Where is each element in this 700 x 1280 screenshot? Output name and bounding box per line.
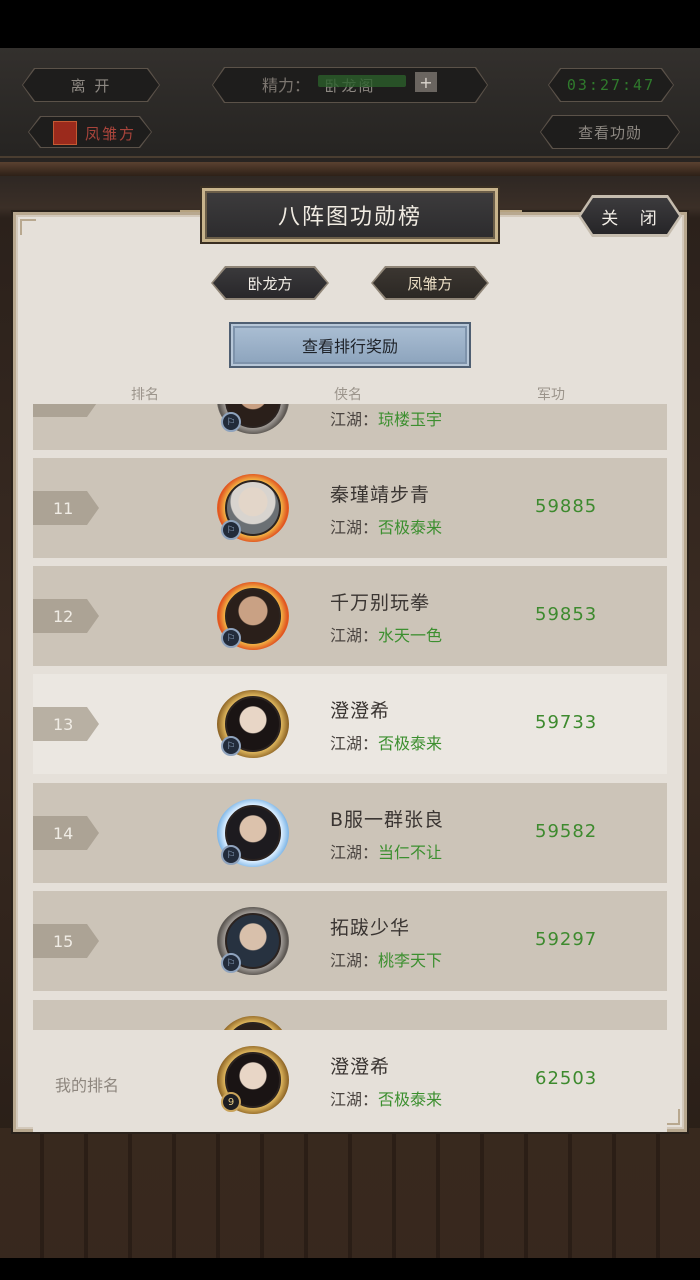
rank-tag: 15 — [33, 924, 99, 958]
modal-title: 八阵图功勋榜 — [277, 205, 422, 230]
leave-button[interactable]: 离 开 — [22, 68, 160, 102]
ranking-list[interactable]: ⚐ 江湖：琼楼玉宇 11 ⚐ 秦瑾靖步青 江湖：否极泰来 59885 12 ⚐ … — [33, 404, 667, 1030]
view-merit-button[interactable]: 查看功勋 — [540, 115, 680, 149]
merit-value: 59885 — [535, 496, 598, 517]
player-name: 千万别玩拳 — [330, 592, 431, 614]
merit-value: 62503 — [535, 1068, 598, 1089]
ranking-row-self[interactable]: 13 ⚐ 澄澄希 江湖：否极泰来 59733 — [33, 674, 667, 774]
level-badge-icon: ⚐ — [221, 736, 241, 756]
merit-value: 59582 — [535, 821, 598, 842]
title-ornament-left — [180, 210, 204, 220]
avatar[interactable]: ⚐ — [211, 404, 295, 436]
rank-tag: 13 — [33, 707, 99, 741]
ranking-row[interactable]: 11 ⚐ 秦瑾靖步青 江湖：否极泰来 59885 — [33, 458, 667, 558]
player-name: B服一群张良 — [330, 809, 445, 831]
rank-tag: 11 — [33, 491, 99, 525]
modal-title-plate: 八阵图功勋榜 — [202, 188, 498, 242]
level-badge: 9 — [221, 1092, 241, 1112]
add-stamina-button[interactable]: + — [415, 72, 437, 92]
avatar[interactable]: ⚐ — [211, 688, 295, 760]
avatar[interactable]: ⚐ — [211, 905, 295, 977]
faction-label: 凤雏方 — [85, 125, 137, 143]
stamina-bar — [318, 75, 406, 87]
player-name: 澄澄希 — [330, 700, 391, 722]
close-button[interactable]: 关 闭 — [578, 195, 682, 237]
player-name: 澄澄希 — [330, 1056, 391, 1078]
beam-decoration — [0, 162, 700, 176]
tab-wolong[interactable]: 卧龙方 — [211, 266, 329, 300]
level-badge-icon: ⚐ — [221, 628, 241, 648]
server-label: 江湖：否极泰来 — [330, 734, 443, 753]
ranking-row[interactable]: ⚐ 江湖：琼楼玉宇 — [33, 404, 667, 450]
title-ornament-right — [498, 210, 522, 220]
rank-tag — [33, 404, 99, 417]
server-label: 江湖：否极泰来 — [330, 1090, 443, 1109]
stamina-label: 精力： — [262, 76, 311, 95]
server-label: 江湖：否极泰来 — [330, 518, 443, 537]
column-header-rank: 排名 — [131, 387, 159, 403]
faction-badge: 凤雏方 — [28, 116, 152, 148]
my-rank-label: 我的排名 — [55, 1076, 120, 1095]
ranking-row[interactable]: 12 ⚐ 千万别玩拳 江湖：水天一色 59853 — [33, 566, 667, 666]
timer-display: 03:27:47 — [548, 68, 674, 102]
level-badge-icon: ⚐ — [221, 520, 241, 540]
my-rank-row[interactable]: 我的排名 9 澄澄希 江湖：否极泰来 62503 — [33, 1030, 667, 1132]
faction-icon — [53, 121, 77, 145]
merit-value: 59853 — [535, 604, 598, 625]
avatar[interactable] — [211, 1014, 295, 1030]
view-ranking-rewards-button[interactable]: 查看排行奖励 — [229, 322, 471, 368]
shelf-decoration — [0, 1128, 700, 1258]
server-label: 江湖：琼楼玉宇 — [330, 410, 443, 429]
player-name: 秦瑾靖步青 — [330, 484, 431, 506]
level-badge-icon: ⚐ — [221, 412, 241, 432]
column-header-name: 侠名 — [334, 387, 362, 403]
server-label: 江湖：当仁不让 — [330, 843, 443, 862]
rank-tag: 12 — [33, 599, 99, 633]
column-header-merit: 军功 — [537, 387, 565, 403]
level-badge-icon: ⚐ — [221, 953, 241, 973]
merit-value: 59297 — [535, 929, 598, 950]
ranking-row[interactable]: 14 ⚐ B服一群张良 江湖：当仁不让 59582 — [33, 783, 667, 883]
player-name: 拓跋少华 — [330, 917, 411, 939]
avatar[interactable]: ⚐ — [211, 797, 295, 869]
merit-value: 59733 — [535, 712, 598, 733]
my-avatar[interactable]: 9 — [211, 1044, 295, 1116]
server-label: 江湖：水天一色 — [330, 626, 443, 645]
ranking-row[interactable] — [33, 1000, 667, 1030]
server-label: 江湖：桃李天下 — [330, 951, 443, 970]
rank-tag: 14 — [33, 816, 99, 850]
avatar[interactable]: ⚐ — [211, 580, 295, 652]
avatar[interactable]: ⚐ — [211, 472, 295, 544]
ranking-row[interactable]: 15 ⚐ 拓跋少华 江湖：桃李天下 59297 — [33, 891, 667, 991]
tab-fengchu[interactable]: 凤雏方 — [371, 266, 489, 300]
level-badge-icon: ⚐ — [221, 845, 241, 865]
